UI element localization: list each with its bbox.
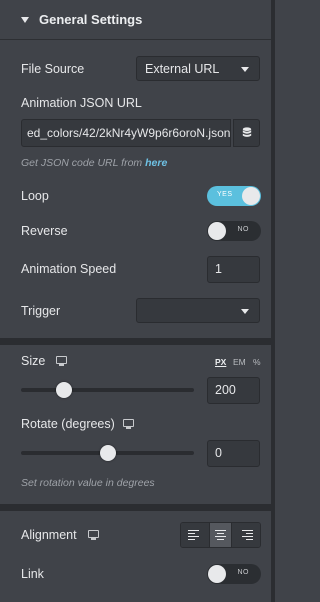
animation-speed-value: 1 xyxy=(215,262,222,276)
unit-percent[interactable]: % xyxy=(253,357,261,367)
trigger-label: Trigger xyxy=(21,304,61,318)
desktop-icon[interactable] xyxy=(88,530,99,540)
rotate-hint: Set rotation value in degrees xyxy=(21,477,155,489)
size-input[interactable]: 200 xyxy=(207,377,260,404)
rotate-slider-thumb[interactable] xyxy=(99,445,116,461)
link-toggle[interactable]: NO xyxy=(207,564,261,584)
chevron-down-icon xyxy=(241,309,249,314)
toggle-knob xyxy=(208,565,226,583)
trigger-select[interactable] xyxy=(136,298,260,323)
alignment-group xyxy=(180,522,261,548)
align-right-icon xyxy=(242,529,253,541)
desktop-icon[interactable] xyxy=(123,419,134,429)
json-url-hint-text: Get JSON code URL from xyxy=(21,157,146,169)
settings-panel: General Settings File Source External UR… xyxy=(0,0,275,602)
unit-px[interactable]: PX xyxy=(215,357,226,367)
section-title: General Settings xyxy=(39,12,143,27)
file-source-label: File Source xyxy=(21,62,85,76)
json-url-hint: Get JSON code URL from here xyxy=(21,157,167,169)
reverse-toggle-state: NO xyxy=(237,226,249,233)
rotate-value: 0 xyxy=(215,446,222,460)
align-left-icon xyxy=(188,529,199,541)
loop-toggle[interactable]: YES xyxy=(207,186,261,206)
animation-speed-input[interactable]: 1 xyxy=(207,256,260,283)
file-source-select[interactable]: External URL xyxy=(136,56,260,81)
database-icon xyxy=(242,127,251,137)
file-source-value: External URL xyxy=(145,61,220,76)
dynamic-tags-button[interactable] xyxy=(233,119,260,147)
section-header-general-settings[interactable]: General Settings xyxy=(0,0,271,40)
section-divider xyxy=(0,504,271,511)
toggle-knob xyxy=(208,222,226,240)
align-center-button[interactable] xyxy=(210,523,232,547)
animation-url-input[interactable]: ed_colors/42/2kNr4yW9p6r6oroN.json xyxy=(21,119,231,147)
size-slider-track[interactable] xyxy=(21,388,194,392)
size-slider-thumb[interactable] xyxy=(56,382,73,398)
align-center-icon xyxy=(215,529,226,541)
link-toggle-state: NO xyxy=(237,569,249,576)
reverse-toggle[interactable]: NO xyxy=(207,221,261,241)
animation-url-label: Animation JSON URL xyxy=(21,96,142,110)
json-url-here-link[interactable]: here xyxy=(145,157,167,169)
chevron-down-icon xyxy=(241,67,249,72)
size-value: 200 xyxy=(215,383,236,397)
align-left-button[interactable] xyxy=(181,523,210,547)
align-right-button[interactable] xyxy=(232,523,260,547)
loop-label: Loop xyxy=(21,189,49,203)
section-divider xyxy=(0,338,271,345)
desktop-icon[interactable] xyxy=(56,356,67,366)
rotate-input[interactable]: 0 xyxy=(207,440,260,467)
caret-down-icon xyxy=(21,16,29,23)
alignment-label: Alignment xyxy=(21,528,77,542)
link-label: Link xyxy=(21,567,44,581)
reverse-label: Reverse xyxy=(21,224,68,238)
rotate-label: Rotate (degrees) xyxy=(21,417,115,431)
size-label: Size xyxy=(21,354,46,368)
loop-toggle-state: YES xyxy=(217,191,233,198)
toggle-knob xyxy=(242,187,260,205)
animation-url-value: ed_colors/42/2kNr4yW9p6r6oroN.json xyxy=(27,126,231,140)
animation-speed-label: Animation Speed xyxy=(21,262,117,276)
unit-em[interactable]: EM xyxy=(233,357,246,367)
